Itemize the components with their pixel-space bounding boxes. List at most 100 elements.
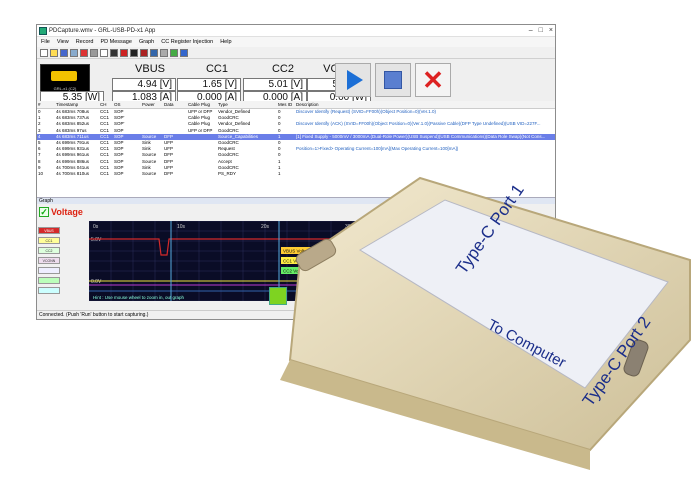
close-icon: ✕ xyxy=(422,65,444,95)
stop-button[interactable] xyxy=(375,63,411,97)
time-tick-label: 30s xyxy=(345,224,354,230)
value-tag-label: CC2 Voltage=5.01V xyxy=(283,269,323,274)
time-tick-label: 50s xyxy=(513,224,522,230)
table-cell: SOP xyxy=(114,170,124,176)
app-window: PDCapture.wmv - GRL-USB-PD-x1 App – □ × … xyxy=(36,24,556,320)
table-row[interactable]: 10 4s 700ms 810us CC1 SOP Source DFP PS_RDY 1 xyxy=(37,171,555,177)
gear-icon[interactable] xyxy=(160,49,168,57)
col-index[interactable]: # xyxy=(37,101,55,108)
legend-item[interactable]: VBUS xyxy=(38,227,60,234)
menu-record[interactable]: Record xyxy=(76,37,94,47)
legend-item[interactable]: CC1 xyxy=(38,237,60,244)
clear-button[interactable]: ✕ xyxy=(415,63,451,97)
status-bar: Connected. (Push 'Run' button to start c… xyxy=(37,310,555,319)
time-tick-label: 0s xyxy=(93,224,99,230)
record-icon[interactable] xyxy=(120,49,128,57)
voltage-plot[interactable]: 0s 10s 20s 30s 40s 50s 5.0V 0.0V VBUS Voltage=4.… xyxy=(89,221,529,301)
vbus-voltage: 4.94 [V] xyxy=(112,78,176,91)
graph-hint: Hint : Use mouse wheel to zoom in, out g… xyxy=(93,295,185,300)
y-tick-label: 0.0V xyxy=(91,279,102,285)
usb-c-port-right xyxy=(623,339,649,377)
legend-item[interactable]: VCONN xyxy=(38,257,60,264)
table-cell: PS_RDY xyxy=(218,170,237,176)
cc1-header: CC1 xyxy=(205,63,228,75)
close-window-button[interactable]: × xyxy=(549,25,553,37)
legend-item[interactable] xyxy=(38,267,60,274)
minimize-button[interactable]: – xyxy=(529,25,533,37)
table-cell: DFP xyxy=(164,170,173,176)
stop-record-icon[interactable] xyxy=(140,49,148,57)
menu-help[interactable]: Help xyxy=(220,37,231,47)
window-title: PDCapture.wmv - GRL-USB-PD-x1 App xyxy=(49,28,156,34)
computer-label: To Computer xyxy=(485,316,569,371)
zoom-back-button[interactable] xyxy=(269,287,287,305)
legend-item[interactable] xyxy=(532,241,552,248)
save-icon[interactable] xyxy=(60,49,68,57)
usb-plug-icon xyxy=(51,71,77,81)
measurement-panel: GRL-x1 (C2) VBUS CC1 CC2 VCONN 4.94 [V] … xyxy=(37,59,555,104)
table-cell: 1 xyxy=(278,170,281,176)
toolbar xyxy=(37,47,555,59)
open-folder-icon[interactable] xyxy=(50,49,58,57)
device-side xyxy=(280,360,590,470)
col-type[interactable]: Type xyxy=(217,101,277,108)
col-timestamp[interactable]: Timestamp xyxy=(55,101,99,108)
y-tick-label: 5.0V xyxy=(91,237,102,243)
table-cell: Source xyxy=(142,170,157,176)
legend-item[interactable]: CC2 xyxy=(38,247,60,254)
col-description[interactable]: Description xyxy=(295,101,545,108)
table-cell: 4s 700ms 810us xyxy=(56,170,90,176)
refresh-icon[interactable] xyxy=(170,49,178,57)
play-icon xyxy=(347,70,363,90)
legend-item[interactable] xyxy=(38,277,60,284)
new-file-icon[interactable] xyxy=(40,49,48,57)
legend-item[interactable] xyxy=(532,251,552,258)
left-legend: VBUS CC1 CC2 VCONN xyxy=(37,227,61,297)
col-ch[interactable]: CH xyxy=(99,101,113,108)
table-cell: 10 xyxy=(38,170,44,176)
monitor-icon[interactable] xyxy=(150,49,158,57)
legend-item[interactable] xyxy=(532,261,552,268)
checkbox-icon[interactable]: ✓ xyxy=(39,207,49,217)
time-tick-label: 40s xyxy=(429,224,438,230)
value-tag-label: CC1 Voltage=1.65V xyxy=(283,259,323,264)
table-cell xyxy=(187,171,217,177)
col-os[interactable]: OS xyxy=(113,101,141,108)
info-icon[interactable] xyxy=(180,49,188,57)
cc1-voltage: 1.65 [V] xyxy=(177,78,241,91)
menu-graph[interactable]: Graph xyxy=(139,37,154,47)
col-data[interactable]: Data xyxy=(163,101,187,108)
value-tag-label: VBUS Voltage=4.942V xyxy=(283,249,328,254)
run-button[interactable] xyxy=(335,63,371,97)
cc2-header: CC2 xyxy=(271,63,294,75)
graph-section-header: Graph xyxy=(37,197,555,204)
menu-cc-register[interactable]: CC Register Injection xyxy=(161,37,213,47)
message-table: # Timestamp CH OS Power Data Cable Plug … xyxy=(37,101,555,197)
table-header: # Timestamp CH OS Power Data Cable Plug … xyxy=(37,101,555,109)
delete-icon[interactable] xyxy=(80,49,88,57)
table-cell xyxy=(295,171,545,177)
legend-item[interactable] xyxy=(38,287,60,294)
export-icon[interactable] xyxy=(70,49,78,57)
menu-file[interactable]: File xyxy=(41,37,50,47)
table-body: 0 4s 683ms 708us CC1 SOP UFP or DFP Vendor_De… xyxy=(37,109,555,177)
col-power[interactable]: Power xyxy=(141,101,163,108)
filter-icon[interactable] xyxy=(110,49,118,57)
legend-item[interactable]: VBUS xyxy=(532,221,552,228)
menu-pd-message[interactable]: PD Message xyxy=(100,37,132,47)
chip-icon[interactable] xyxy=(130,49,138,57)
graph-title: Voltage xyxy=(51,207,83,217)
vbus-header: VBUS xyxy=(135,63,165,75)
col-cable-plug[interactable]: Cable Plug xyxy=(187,101,217,108)
trigger-icon[interactable] xyxy=(100,49,108,57)
device-image: GRL-x1 (C2) xyxy=(40,64,90,94)
col-mes-id[interactable]: Mes ID xyxy=(277,101,295,108)
maximize-button[interactable]: □ xyxy=(539,25,543,37)
cc2-voltage: 5.01 [V] xyxy=(243,78,307,91)
title-bar: PDCapture.wmv - GRL-USB-PD-x1 App – □ × xyxy=(37,25,555,37)
graph-title-row: ✓ Voltage xyxy=(37,205,83,219)
right-legend: VBUS xyxy=(531,221,553,271)
settings-icon[interactable] xyxy=(90,49,98,57)
menu-view[interactable]: View xyxy=(57,37,69,47)
legend-item[interactable] xyxy=(532,231,552,238)
